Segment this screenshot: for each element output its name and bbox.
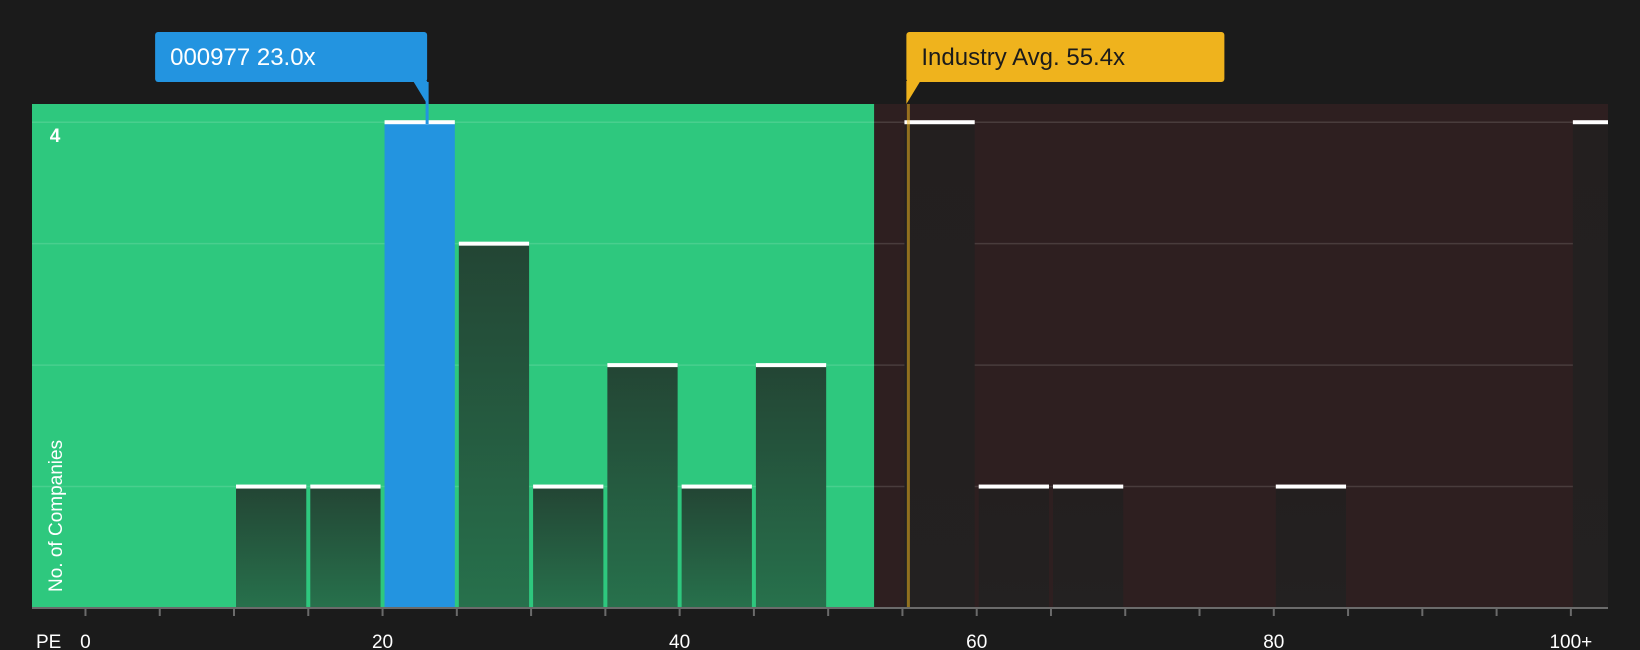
histogram-bar [533, 486, 604, 608]
x-tick-label: 40 [669, 632, 690, 650]
company-callout-pointer [413, 81, 428, 104]
x-tick-label: 60 [966, 632, 987, 650]
bar-cap [978, 484, 1049, 489]
histogram-bar [904, 122, 975, 609]
bar-cap [1275, 484, 1347, 489]
histogram-bar [1572, 122, 1608, 609]
bar-cap [1052, 484, 1124, 489]
histogram-bar [1275, 486, 1347, 608]
x-tick-label: 0 [80, 632, 91, 650]
histogram-bar [1052, 486, 1124, 608]
bar-cap [1572, 120, 1608, 125]
bar-cap [904, 120, 975, 125]
bar-cap [533, 484, 604, 489]
y-axis-label: No. of Companies [46, 440, 67, 592]
industry-average-line [906, 104, 910, 608]
bar-cap [755, 363, 827, 368]
industry-average-line-group [906, 104, 910, 608]
bar-cap [236, 484, 307, 489]
histogram-bar [458, 243, 530, 608]
histogram-bar [384, 122, 455, 609]
histogram-bar [607, 365, 678, 608]
histogram-bar [681, 486, 752, 608]
x-axis-label: PE [36, 632, 61, 650]
histogram-bar [310, 486, 381, 608]
bar-cap [607, 363, 678, 368]
x-tick-label: 80 [1263, 632, 1284, 650]
company-callout-label: 000977 23.0x [170, 44, 315, 71]
industry-average-callout-label: Industry Avg. 55.4x [921, 44, 1125, 71]
histogram-bar [978, 486, 1049, 608]
bar-cap [384, 120, 455, 125]
y-tick-label: 4 [50, 126, 61, 147]
bar-cap [681, 484, 752, 489]
pe-distribution-chart: 0 20 40 60 80 100+ 4 PE No. of Companies 00097… [32, 32, 1608, 650]
bar-cap [458, 241, 530, 246]
histogram-bar [755, 365, 827, 608]
x-tick-label: 100+ [1549, 632, 1592, 650]
bar-cap [310, 484, 381, 489]
x-tick-label: 20 [372, 632, 393, 650]
histogram-bar [236, 486, 307, 608]
industry-average-callout-pointer [906, 81, 921, 104]
